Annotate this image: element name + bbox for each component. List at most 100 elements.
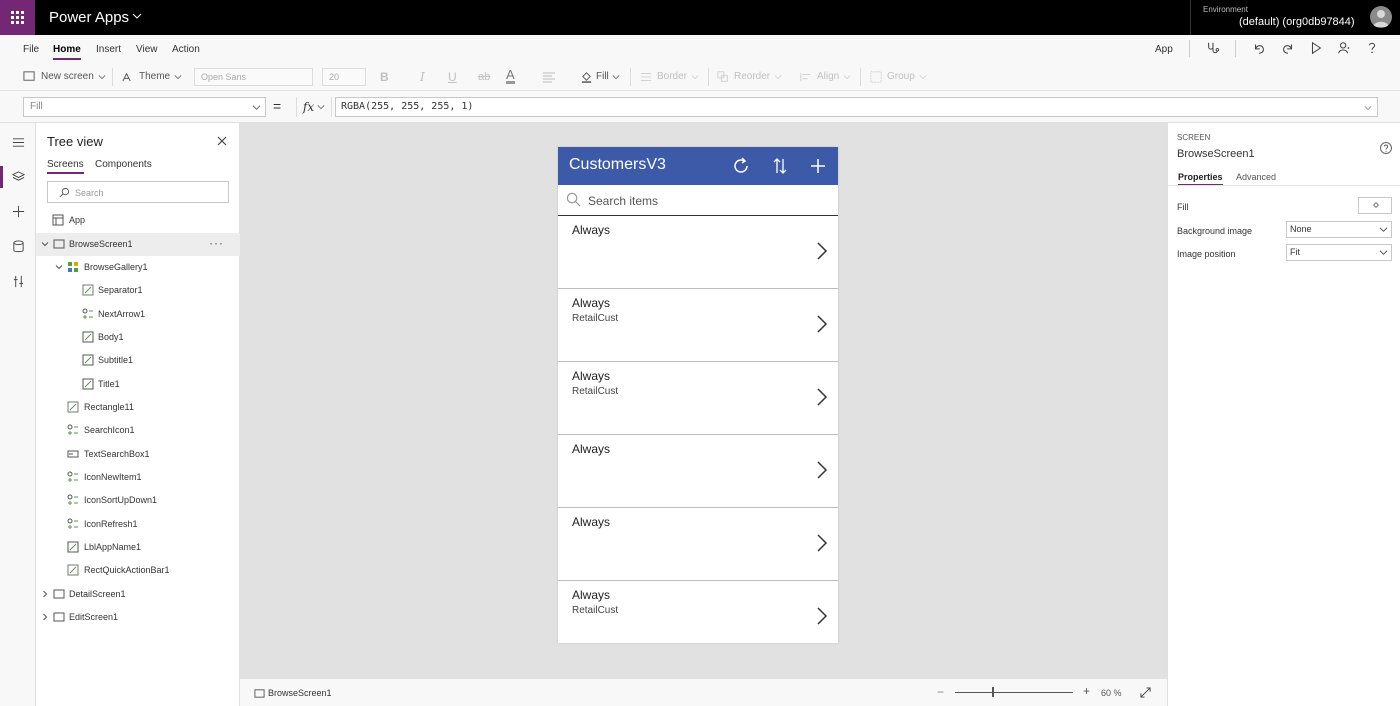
app-settings-link[interactable]: App (1155, 44, 1173, 55)
control-name-label[interactable]: BrowseScreen1 (1177, 148, 1255, 160)
tree-item-iconnewitem1[interactable]: IconNewItem1 (36, 466, 240, 489)
chevron-down-icon[interactable] (55, 263, 63, 271)
gallery-item[interactable]: Always (558, 216, 838, 289)
app-screen-preview[interactable]: CustomersV3 Search items Always Always R… (558, 147, 838, 643)
zoom-slider[interactable] (955, 692, 1073, 693)
fill-color-picker[interactable] (1358, 197, 1392, 214)
tab-advanced[interactable]: Advanced (1236, 172, 1276, 182)
tree-item-separator1[interactable]: Separator1 (36, 279, 240, 302)
property-dropdown[interactable]: Fill (23, 97, 266, 117)
tree-item-browsescreen1[interactable]: BrowseScreen1 ··· (36, 233, 240, 256)
next-arrow-icon[interactable] (816, 314, 828, 334)
tree-item-iconrefresh1[interactable]: IconRefresh1 (36, 513, 240, 536)
current-screen-label[interactable]: BrowseScreen1 (268, 688, 332, 698)
more-options-icon[interactable]: ··· (209, 236, 224, 250)
sort-up-down-icon[interactable] (770, 156, 790, 176)
tree-item-app[interactable]: App (36, 209, 240, 232)
chevron-down-icon[interactable] (41, 240, 49, 248)
zoom-in-icon[interactable]: + (1083, 684, 1090, 698)
font-size-select[interactable]: 20 (322, 68, 366, 86)
app-header-bar[interactable]: CustomersV3 (558, 147, 838, 185)
gallery-item[interactable]: Always (558, 435, 838, 508)
next-arrow-icon[interactable] (816, 460, 828, 480)
strikethrough-icon[interactable]: ab (478, 62, 490, 91)
align-button[interactable]: Align (800, 62, 851, 91)
fit-to-window-icon[interactable] (1140, 687, 1151, 698)
tree-item-searchicon1[interactable]: SearchIcon1 (36, 419, 240, 442)
text-align-icon[interactable] (542, 62, 556, 91)
close-icon[interactable] (216, 135, 228, 147)
next-arrow-icon[interactable] (816, 241, 828, 261)
advanced-tools-icon[interactable] (8, 271, 28, 291)
data-cylinder-icon[interactable] (8, 236, 28, 256)
insert-plus-icon[interactable] (8, 201, 28, 221)
tree-item-detailscreen1[interactable]: DetailScreen1 (36, 583, 240, 606)
tree-item-nextarrow1[interactable]: NextArrow1 (36, 303, 240, 326)
play-preview-icon[interactable] (1308, 40, 1324, 56)
chevron-right-icon[interactable] (41, 590, 49, 598)
fill-button[interactable]: Fill (580, 62, 620, 91)
tab-properties[interactable]: Properties (1178, 172, 1223, 186)
menu-view[interactable]: View (136, 44, 158, 55)
theme-button[interactable]: Theme (121, 62, 182, 91)
formula-input[interactable]: RGBA(255, 255, 255, 1) (335, 97, 1378, 117)
tree-item-rectangle11[interactable]: Rectangle11 (36, 396, 240, 419)
tree-item-browsegallery1[interactable]: BrowseGallery1 (36, 256, 240, 279)
gallery-item[interactable]: Always RetailCust (558, 362, 838, 435)
redo-icon[interactable] (1280, 40, 1296, 56)
user-avatar[interactable] (1370, 6, 1392, 28)
border-button[interactable]: Border (640, 62, 699, 91)
gallery-item[interactable]: Always (558, 508, 838, 581)
zoom-out-icon[interactable]: − (937, 685, 944, 699)
fx-function-button[interactable]: fx (296, 97, 332, 117)
app-launcher-waffle-icon[interactable] (0, 0, 35, 35)
tree-view-layers-icon[interactable] (8, 166, 28, 186)
tree-item-editscreen1[interactable]: EditScreen1 (36, 606, 240, 629)
menu-insert[interactable]: Insert (96, 44, 121, 55)
chevron-down-icon[interactable] (132, 10, 142, 22)
menu-action[interactable]: Action (172, 44, 200, 55)
help-icon[interactable] (1364, 40, 1380, 56)
tree-item-body1[interactable]: Body1 (36, 326, 240, 349)
tab-screens[interactable]: Screens (47, 159, 84, 174)
design-canvas[interactable]: CustomersV3 Search items Always Always R… (240, 123, 1167, 678)
font-family-select[interactable]: Open Sans (194, 68, 313, 86)
chevron-down-icon[interactable] (1364, 104, 1372, 112)
next-arrow-icon[interactable] (816, 387, 828, 407)
tree-item-rectquickactionbar1[interactable]: RectQuickActionBar1 (36, 559, 240, 582)
tree-item-textsearchbox1[interactable]: TextSearchBox1 (36, 443, 240, 466)
new-screen-button[interactable]: New screen (23, 62, 106, 91)
tree-item-lblappname1[interactable]: LblAppName1 (36, 536, 240, 559)
menu-file[interactable]: File (23, 44, 39, 55)
reorder-button[interactable]: Reorder (717, 62, 782, 91)
tree-search-input[interactable]: Search (47, 181, 229, 203)
tree-item-title1[interactable]: Title1 (36, 373, 240, 396)
zoom-slider-thumb[interactable] (992, 687, 994, 697)
environment-picker[interactable]: Environment (default) (org0db97844) (1190, 0, 1355, 35)
underline-icon[interactable]: U (448, 62, 457, 91)
background-image-dropdown[interactable]: None (1286, 221, 1392, 238)
add-item-plus-icon[interactable] (808, 156, 828, 176)
gallery-item[interactable]: Always RetailCust (558, 289, 838, 362)
italic-icon[interactable]: I (420, 62, 425, 91)
tree-item-subtitle1[interactable]: Subtitle1 (36, 349, 240, 372)
tree-item-iconsortupdown1[interactable]: IconSortUpDown1 (36, 489, 240, 512)
help-icon[interactable] (1379, 141, 1393, 155)
chevron-right-icon[interactable] (41, 613, 49, 621)
app-title[interactable]: Power Apps (49, 9, 129, 26)
app-checker-stethoscope-icon[interactable] (1205, 40, 1221, 56)
menu-home[interactable]: Home (53, 44, 81, 60)
font-color-icon[interactable]: A (506, 62, 515, 91)
undo-icon[interactable] (1251, 40, 1267, 56)
share-user-icon[interactable] (1336, 40, 1352, 56)
refresh-icon[interactable] (731, 156, 751, 176)
bold-icon[interactable]: B (380, 62, 389, 91)
hamburger-menu-icon[interactable] (8, 132, 28, 152)
app-name-label[interactable]: CustomersV3 (569, 156, 666, 174)
tab-components[interactable]: Components (95, 159, 152, 170)
group-button[interactable]: Group (870, 62, 927, 91)
search-items-box[interactable]: Search items (558, 185, 838, 216)
next-arrow-icon[interactable] (816, 533, 828, 553)
image-position-dropdown[interactable]: Fit (1286, 244, 1392, 261)
next-arrow-icon[interactable] (816, 606, 828, 626)
